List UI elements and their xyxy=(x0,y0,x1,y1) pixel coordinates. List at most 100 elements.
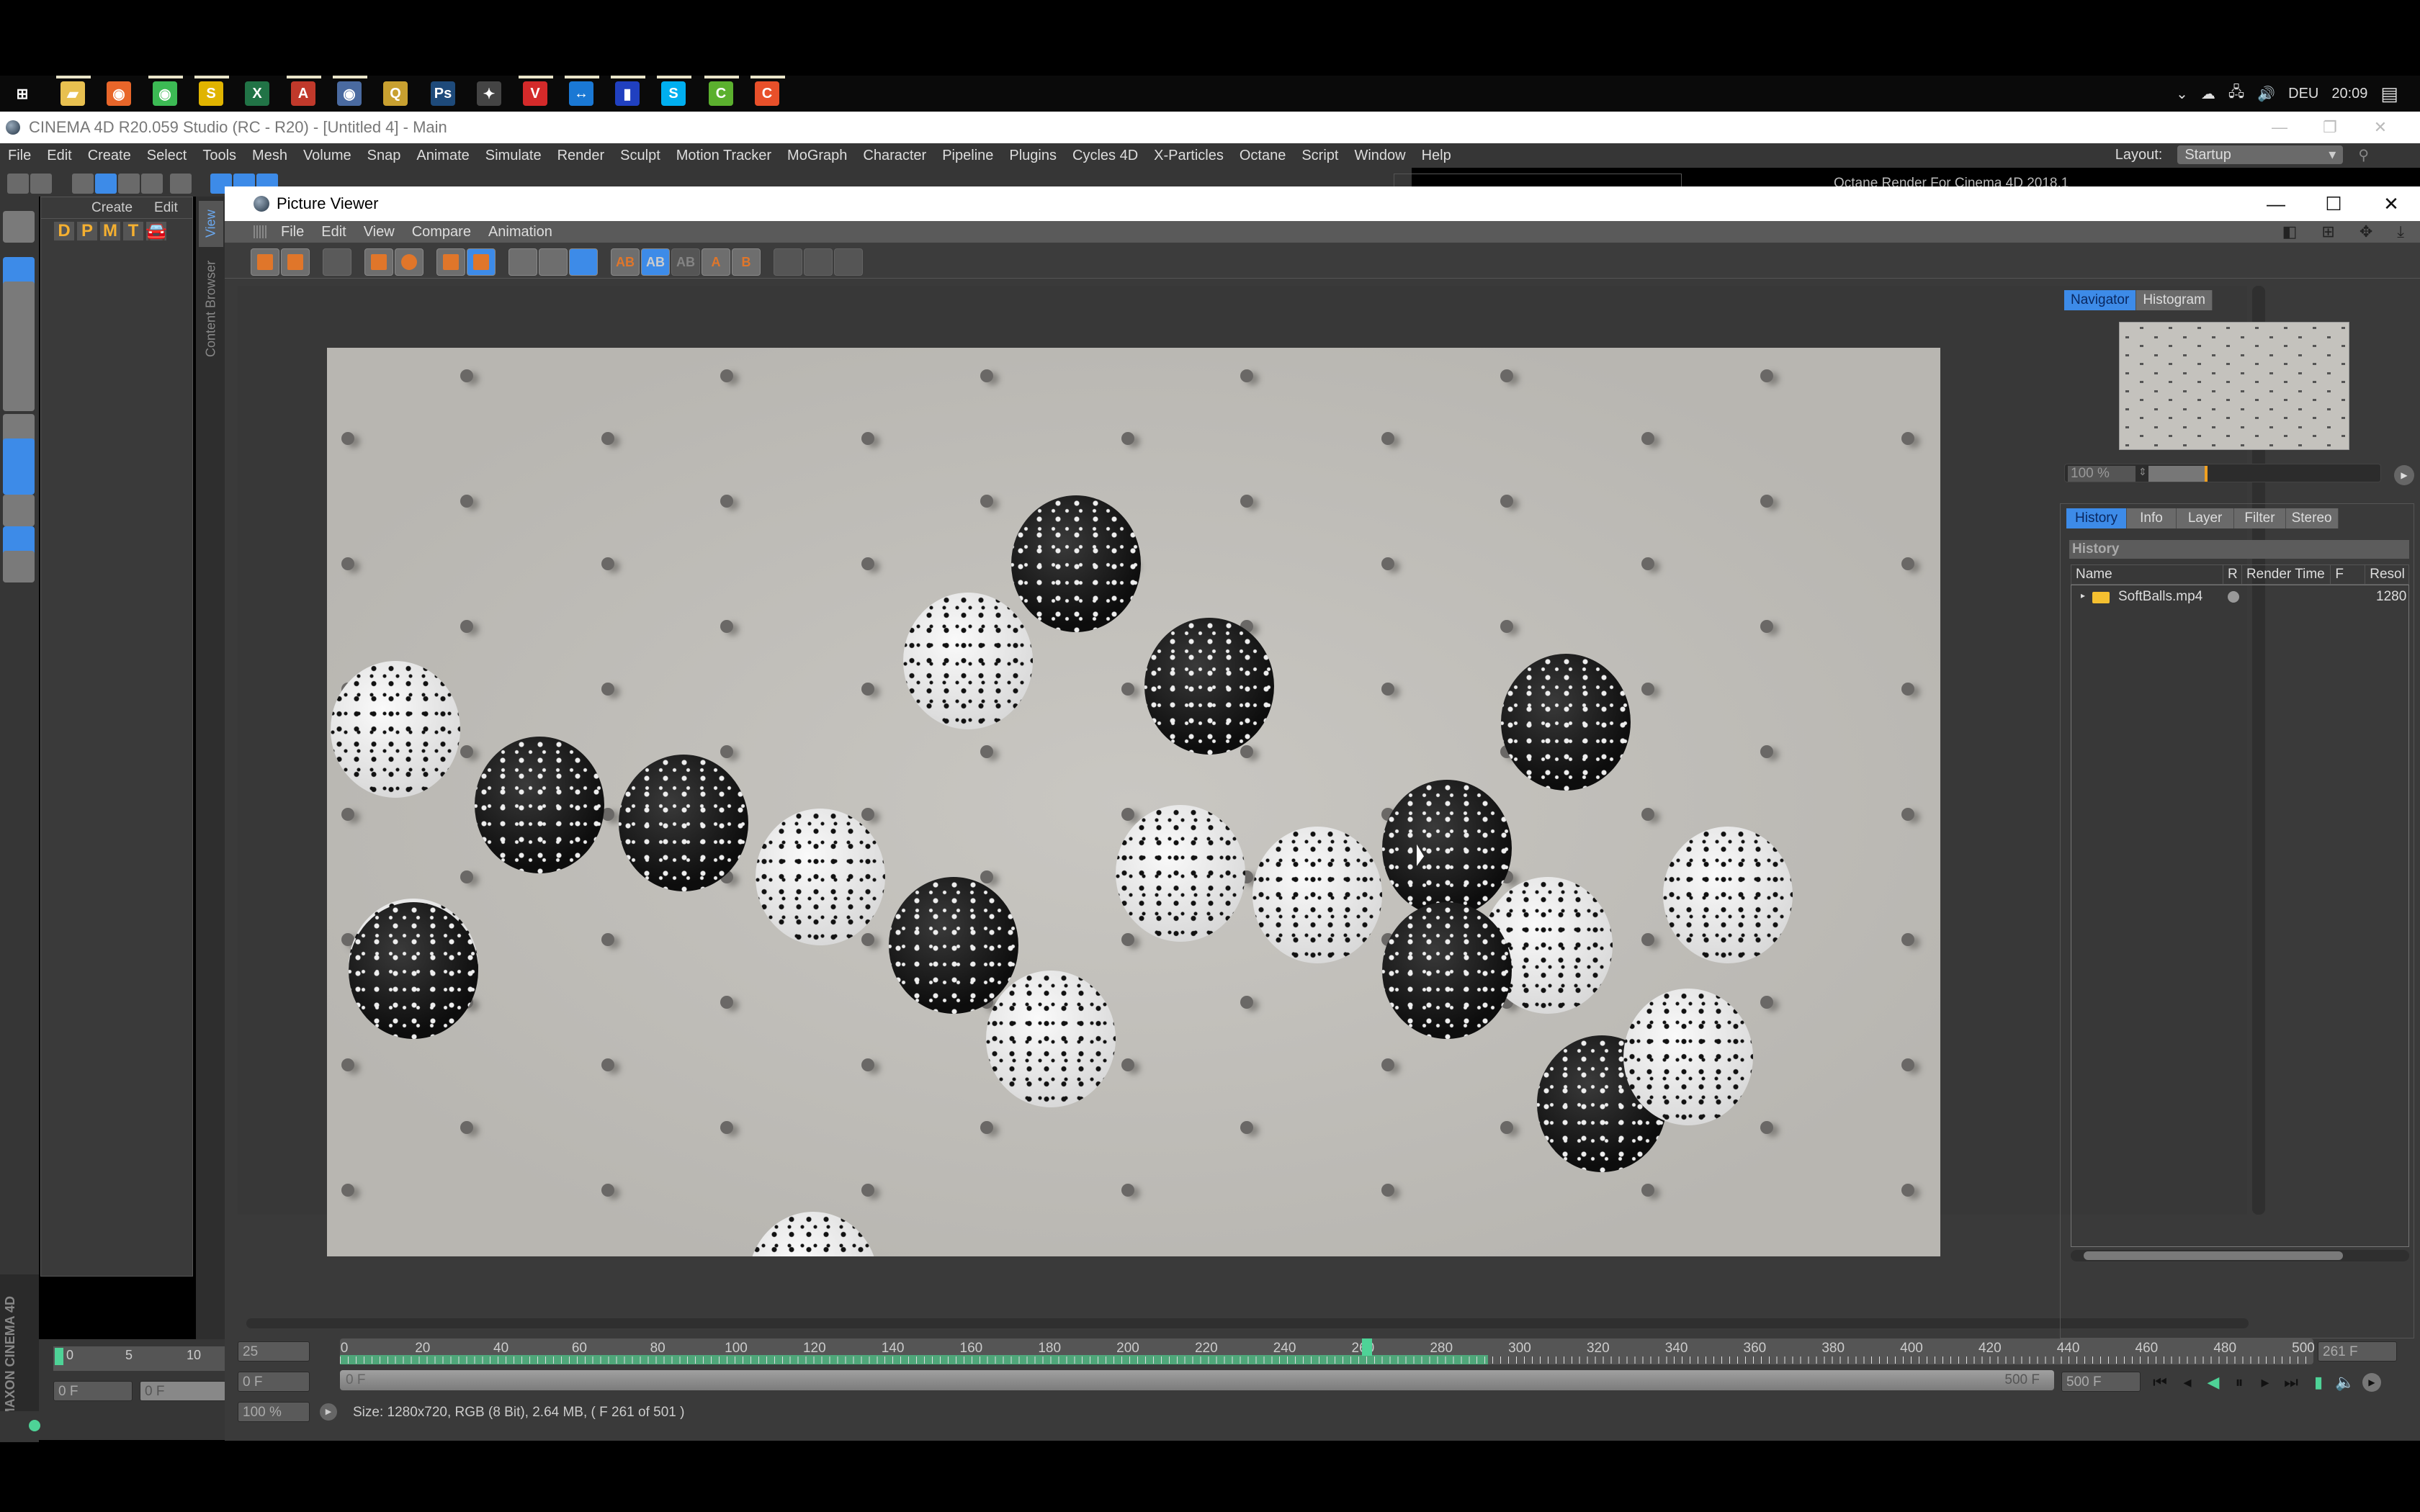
picture-viewer-title-bar[interactable]: Picture Viewer — ☐ ✕ xyxy=(225,186,2420,221)
pause-button[interactable]: ⏸ xyxy=(2230,1373,2249,1392)
teamviewer-icon[interactable]: ↔ xyxy=(569,81,593,106)
scrollbar-thumb[interactable] xyxy=(2084,1251,2343,1260)
search-icon[interactable]: ⚲ xyxy=(2350,146,2377,164)
blue-app-icon[interactable]: ▮ xyxy=(615,81,640,106)
menu-octane[interactable]: Octane xyxy=(1232,148,1294,164)
current-frame-field[interactable]: 261 F xyxy=(2318,1341,2397,1362)
pv-menu-edit[interactable]: Edit xyxy=(313,224,354,240)
ab-diff-button[interactable]: AB xyxy=(671,248,700,276)
ab-compare-button[interactable]: AB xyxy=(611,248,640,276)
history-horizontal-scrollbar[interactable] xyxy=(2071,1250,2409,1261)
add-object-tool[interactable] xyxy=(170,174,192,194)
ab-grid-button[interactable] xyxy=(834,248,863,276)
menu-create[interactable]: Create xyxy=(80,148,139,164)
pv-menu-compare[interactable]: Compare xyxy=(403,224,480,240)
chrome-icon[interactable]: ◉ xyxy=(153,81,177,106)
ab-split-button[interactable]: AB xyxy=(641,248,670,276)
menu-sculpt[interactable]: Sculpt xyxy=(612,148,668,164)
language-indicator[interactable]: DEU xyxy=(2288,86,2318,102)
layout-dropdown[interactable]: Startup xyxy=(2177,145,2344,164)
live-selection-tool[interactable] xyxy=(72,174,94,194)
tab-navigator[interactable]: Navigator xyxy=(2064,290,2137,310)
main-playhead[interactable] xyxy=(55,1348,63,1365)
column-r[interactable]: R xyxy=(2223,565,2242,584)
menu-volume[interactable]: Volume xyxy=(295,148,359,164)
tab-stereo[interactable]: Stereo xyxy=(2285,508,2339,528)
move-panel-icon[interactable]: ✥ xyxy=(2351,222,2381,241)
swap-ab-button[interactable] xyxy=(774,248,802,276)
object-menu-create[interactable]: Create xyxy=(91,200,133,216)
tab-history[interactable]: History xyxy=(2066,508,2128,528)
menu-window[interactable]: Window xyxy=(1346,148,1413,164)
main-start-frame-field[interactable]: 0 F xyxy=(53,1381,133,1401)
tab-view[interactable]: View xyxy=(199,201,223,247)
start-frame-field[interactable]: 0 F xyxy=(238,1372,310,1392)
minimize-button[interactable]: — xyxy=(2254,112,2305,143)
open-image-button[interactable] xyxy=(251,248,279,276)
playhead-handle[interactable] xyxy=(1361,1338,1372,1356)
workplane-align-button[interactable] xyxy=(3,551,35,582)
status-menu-arrow-icon[interactable]: ▶ xyxy=(320,1403,337,1421)
new-panel-icon[interactable]: ⊞ xyxy=(2313,222,2343,241)
column-render-time[interactable]: Render Time xyxy=(2242,565,2331,584)
ab-vertical-button[interactable] xyxy=(804,248,833,276)
volume-icon[interactable]: 🔊 xyxy=(2257,85,2275,103)
move-tool[interactable] xyxy=(95,174,117,194)
menu-file[interactable]: File xyxy=(0,148,39,164)
onedrive-cloud-icon[interactable]: ☁ xyxy=(2201,85,2215,103)
view-region-button[interactable] xyxy=(539,248,568,276)
snap-button[interactable] xyxy=(3,495,35,526)
network-icon[interactable]: 🖧 xyxy=(2228,81,2244,106)
car-icon[interactable]: 🚘 xyxy=(145,222,167,241)
file-explorer-icon[interactable]: ▰ xyxy=(60,81,85,106)
film-strip-icon[interactable]: ▮ xyxy=(2309,1373,2328,1392)
column-name[interactable]: Name xyxy=(2071,565,2224,584)
pv-menu-file[interactable]: File xyxy=(272,224,313,240)
playback-menu-arrow-icon[interactable]: ▶ xyxy=(2362,1373,2381,1392)
menu-render[interactable]: Render xyxy=(550,148,613,164)
status-zoom-field[interactable]: 100 % xyxy=(238,1402,310,1422)
s-app-icon[interactable]: S xyxy=(199,81,223,106)
dock-arrow-icon[interactable]: ⤓ xyxy=(2388,222,2413,241)
access-icon[interactable]: A xyxy=(291,81,315,106)
fps-field[interactable]: 25 xyxy=(238,1341,310,1362)
zoom-100-button[interactable] xyxy=(395,248,424,276)
menu-x-particles[interactable]: X-Particles xyxy=(1146,148,1232,164)
pv-maximize-button[interactable]: ☐ xyxy=(2305,186,2362,221)
menu-script[interactable]: Script xyxy=(1294,148,1346,164)
menu-edit[interactable]: Edit xyxy=(39,148,79,164)
d-tag-button[interactable]: D xyxy=(54,221,74,240)
expand-arrow-icon[interactable]: ▸ xyxy=(2081,590,2085,600)
set-a-button[interactable]: A xyxy=(702,248,730,276)
zoom-field[interactable]: 100 % xyxy=(2068,466,2136,482)
undo-button[interactable] xyxy=(7,174,29,194)
pv-minimize-button[interactable]: — xyxy=(2247,186,2305,221)
pv-menu-view[interactable]: View xyxy=(355,224,403,240)
t-tag-button[interactable]: T xyxy=(123,221,143,240)
menu-snap[interactable]: Snap xyxy=(359,148,409,164)
step-forward-button[interactable]: ▸ xyxy=(2256,1373,2275,1392)
grip-handle[interactable] xyxy=(254,225,268,238)
restore-button[interactable]: ❐ xyxy=(2305,112,2355,143)
cinema4d-icon[interactable]: ◉ xyxy=(337,81,362,106)
go-to-end-button[interactable]: ⏭ xyxy=(2282,1373,2300,1392)
polygons-mode-button[interactable] xyxy=(3,379,35,411)
m-tag-button[interactable]: M xyxy=(100,221,120,240)
navigator-thumbnail[interactable] xyxy=(2119,322,2349,450)
close-button[interactable]: ✕ xyxy=(2355,112,2406,143)
panel-layout-icon[interactable]: ◧ xyxy=(2274,222,2306,241)
camtasia-red-icon[interactable]: C xyxy=(755,81,779,106)
p-tag-button[interactable]: P xyxy=(77,221,97,240)
image-view[interactable] xyxy=(238,286,2247,1256)
frame-ruler[interactable]: 0204060801001201401601802002202402602803… xyxy=(340,1338,2315,1364)
tab-layer[interactable]: Layer xyxy=(2176,508,2235,528)
start-icon[interactable]: ⊞ xyxy=(10,81,35,106)
pv-close-button[interactable]: ✕ xyxy=(2362,186,2420,221)
menu-mograph[interactable]: MoGraph xyxy=(779,148,855,164)
excel-icon[interactable]: X xyxy=(245,81,269,106)
skype-icon[interactable]: S xyxy=(661,81,686,106)
menu-tools[interactable]: Tools xyxy=(194,148,244,164)
menu-help[interactable]: Help xyxy=(1414,148,1459,164)
zoom-menu-arrow-icon[interactable]: ▶ xyxy=(2394,465,2414,485)
menu-simulate[interactable]: Simulate xyxy=(478,148,550,164)
